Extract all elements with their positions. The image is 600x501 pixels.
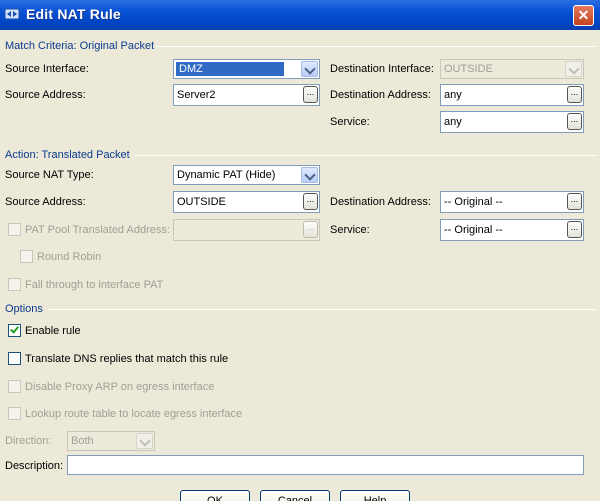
- title-bar: Edit NAT Rule ✕: [0, 0, 600, 30]
- action-section-title: Action: Translated Packet: [5, 149, 130, 161]
- round-robin-label: Round Robin: [37, 251, 102, 263]
- chevron-down-icon: [301, 167, 318, 183]
- source-address-field[interactable]: Server2: [173, 84, 320, 106]
- destination-interface-select: OUTSIDE: [440, 59, 584, 79]
- lookup-route-checkbox: [8, 407, 21, 420]
- cancel-button[interactable]: Cancel: [260, 490, 330, 501]
- options-section-divider: [48, 309, 596, 310]
- destination-address-label: Destination Address:: [330, 89, 431, 101]
- close-button[interactable]: ✕: [573, 5, 594, 26]
- direction-select: Both: [67, 431, 155, 451]
- translated-source-address-field[interactable]: OUTSIDE: [173, 191, 320, 213]
- pat-pool-field: [173, 219, 320, 241]
- disable-proxy-arp-checkbox: [8, 380, 21, 393]
- enable-rule-label: Enable rule: [25, 325, 81, 337]
- ok-button[interactable]: OK: [180, 490, 250, 501]
- pat-pool-label: PAT Pool Translated Address:: [25, 224, 170, 236]
- match-section-title: Match Criteria: Original Packet: [5, 40, 155, 52]
- close-icon: ✕: [577, 7, 590, 23]
- translated-destination-address-field[interactable]: -- Original --: [440, 191, 584, 213]
- source-address-browse-button[interactable]: ...: [303, 86, 318, 103]
- chevron-down-icon: [136, 433, 153, 449]
- source-address-label: Source Address:: [5, 89, 86, 101]
- translated-destination-address-browse-button[interactable]: ...: [567, 193, 582, 210]
- options-section-title: Options: [5, 303, 43, 315]
- window-title: Edit NAT Rule: [26, 6, 121, 22]
- source-nat-type-label: Source NAT Type:: [5, 169, 94, 181]
- description-label: Description:: [5, 460, 64, 472]
- disable-proxy-arp-label: Disable Proxy ARP on egress interface: [25, 381, 215, 393]
- lookup-route-label: Lookup route table to locate egress inte…: [25, 408, 243, 420]
- direction-label: Direction:: [5, 435, 52, 447]
- source-interface-label: Source Interface:: [5, 63, 89, 75]
- fall-through-checkbox: [8, 278, 21, 291]
- fall-through-label: Fall through to interface PAT: [25, 279, 164, 291]
- translated-destination-address-label: Destination Address:: [330, 196, 431, 208]
- translated-source-address-label: Source Address:: [5, 196, 86, 208]
- translated-service-field[interactable]: -- Original --: [440, 219, 584, 241]
- pat-pool-browse-button: ...: [303, 221, 318, 238]
- translate-dns-label: Translate DNS replies that match this ru…: [25, 353, 229, 365]
- source-interface-select[interactable]: DMZ: [173, 59, 320, 79]
- service-browse-button[interactable]: ...: [567, 113, 582, 130]
- action-section-divider: [134, 155, 596, 156]
- help-button[interactable]: Help: [340, 490, 410, 501]
- destination-address-browse-button[interactable]: ...: [567, 86, 582, 103]
- translated-service-browse-button[interactable]: ...: [567, 221, 582, 238]
- translate-dns-checkbox[interactable]: [8, 352, 21, 365]
- destination-interface-label: Destination Interface:: [330, 63, 434, 75]
- chevron-down-icon: [301, 61, 318, 77]
- description-field[interactable]: [67, 455, 584, 475]
- checkmark-icon: [10, 324, 19, 334]
- source-nat-type-select[interactable]: Dynamic PAT (Hide): [173, 165, 320, 185]
- service-field[interactable]: any: [440, 111, 584, 133]
- enable-rule-checkbox[interactable]: [8, 324, 21, 337]
- pat-pool-checkbox: [8, 223, 21, 236]
- translated-service-label: Service:: [330, 224, 370, 236]
- chevron-down-icon: [565, 61, 582, 77]
- dialog-content: Match Criteria: Original Packet Source I…: [0, 30, 600, 501]
- destination-address-field[interactable]: any: [440, 84, 584, 106]
- service-label: Service:: [330, 116, 370, 128]
- match-section-divider: [156, 46, 596, 47]
- translated-source-address-browse-button[interactable]: ...: [303, 193, 318, 210]
- round-robin-checkbox: [20, 250, 33, 263]
- app-icon: [4, 8, 20, 20]
